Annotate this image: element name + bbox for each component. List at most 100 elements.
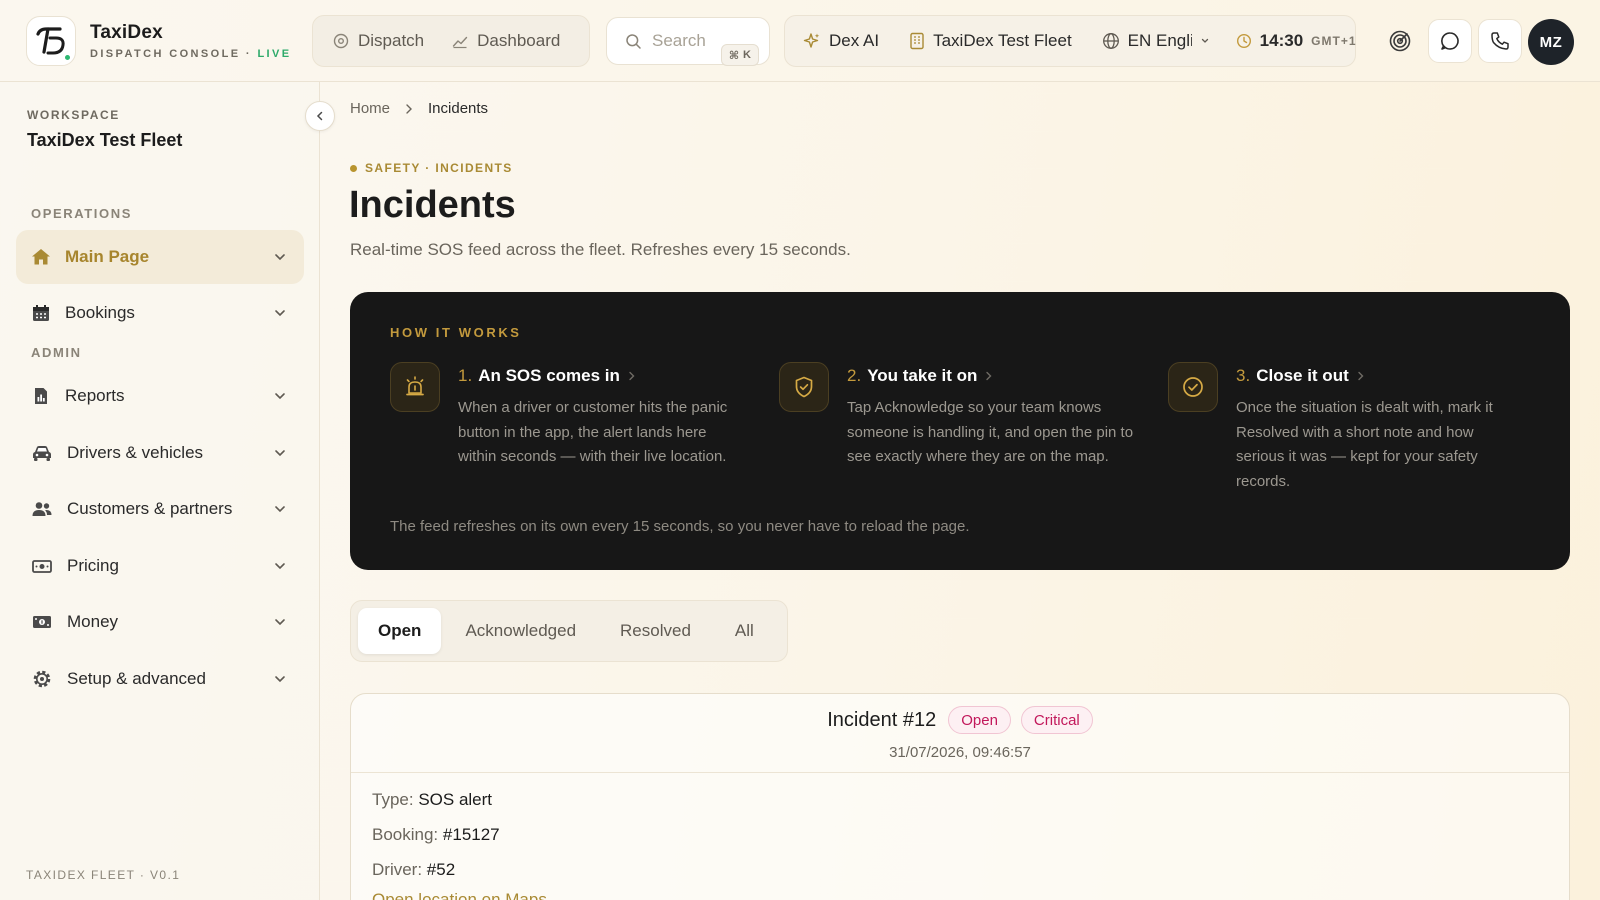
page-eyebrow: SAFETY · INCIDENTS bbox=[350, 161, 513, 175]
dashboard-nav-button[interactable]: Dashboard bbox=[452, 31, 560, 51]
breadcrumb-current: Incidents bbox=[428, 100, 489, 117]
collapse-sidebar-button[interactable] bbox=[305, 101, 335, 131]
user-avatar[interactable]: MZ bbox=[1528, 19, 1574, 65]
sidebar-item-main-page[interactable]: Main Page bbox=[16, 230, 304, 284]
chevron-right-icon bbox=[983, 370, 995, 382]
chevron-right-icon bbox=[1355, 370, 1367, 382]
language-label: EN English bbox=[1127, 31, 1192, 50]
sidebar-item-setup-advanced[interactable]: Setup & advanced bbox=[16, 652, 304, 706]
search-input[interactable] bbox=[652, 31, 712, 51]
clock: 14:30 GMT+1 bbox=[1236, 31, 1357, 51]
phone-icon bbox=[1489, 30, 1511, 52]
sidebar-item-label: Setup & advanced bbox=[67, 669, 206, 688]
car-icon bbox=[31, 443, 53, 463]
chevron-down-icon bbox=[273, 672, 287, 686]
sidebar-item-money[interactable]: Money bbox=[16, 595, 304, 649]
tab-resolved[interactable]: Resolved bbox=[600, 608, 711, 654]
eyebrow-label: SAFETY · INCIDENTS bbox=[365, 161, 513, 175]
home-icon bbox=[31, 247, 51, 267]
workspace-name[interactable]: TaxiDex Test Fleet bbox=[27, 130, 182, 151]
search-box[interactable]: ⌘K bbox=[606, 17, 770, 66]
incident-card[interactable]: Incident #12 Open Critical 31/07/2026, 0… bbox=[350, 693, 1570, 900]
step-heading[interactable]: 2. You take it on bbox=[847, 366, 995, 386]
chevron-down-icon bbox=[273, 306, 287, 320]
search-shortcut-hint: ⌘ K bbox=[720, 44, 759, 66]
brand-name: TaxiDex bbox=[90, 22, 163, 43]
step-heading[interactable]: 1. An SOS comes in bbox=[458, 366, 638, 386]
fleet-name: TaxiDex Test Fleet bbox=[933, 31, 1072, 50]
status-badge: Open bbox=[948, 706, 1011, 734]
step-heading[interactable]: 3. Close it out bbox=[1236, 366, 1367, 386]
live-indicator: LIVE bbox=[257, 48, 292, 60]
step-description: Tap Acknowledge so your team knows someo… bbox=[847, 399, 1134, 465]
report-icon bbox=[31, 386, 51, 406]
search-icon bbox=[625, 33, 642, 50]
sidebar-item-label: Money bbox=[67, 612, 119, 631]
check-circle-icon bbox=[1168, 362, 1218, 412]
sidebar-item-bookings[interactable]: Bookings bbox=[16, 286, 304, 340]
building-icon bbox=[909, 32, 925, 50]
timezone: GMT+1 bbox=[1311, 34, 1357, 48]
top-bar: TaxiDex DISPATCH CONSOLE · LIVE Dispatch… bbox=[0, 0, 1600, 82]
breadcrumb-home-link[interactable]: Home bbox=[350, 100, 390, 117]
chevron-left-icon bbox=[314, 110, 326, 122]
call-button[interactable] bbox=[1478, 19, 1522, 63]
clock-icon bbox=[1236, 33, 1252, 49]
status-bar: Dex AI TaxiDex Test Fleet EN English 14:… bbox=[784, 15, 1356, 67]
sidebar-item-customers-partners[interactable]: Customers & partners bbox=[16, 482, 304, 536]
open-location-maps-link[interactable]: Open location on Maps bbox=[372, 890, 547, 900]
sidebar-item-label: Bookings bbox=[65, 303, 135, 322]
incident-card-header: Incident #12 Open Critical 31/07/2026, 0… bbox=[351, 694, 1569, 773]
sidebar: WORKSPACE TaxiDex Test Fleet OPERATIONS … bbox=[0, 82, 320, 900]
taxidex-logo bbox=[26, 16, 76, 66]
dispatch-icon bbox=[333, 33, 349, 49]
step-title: You take it on bbox=[867, 366, 978, 385]
tab-acknowledged[interactable]: Acknowledged bbox=[445, 608, 596, 654]
chevron-down-icon bbox=[273, 615, 287, 629]
brand[interactable]: TaxiDex DISPATCH CONSOLE · LIVE bbox=[26, 16, 292, 66]
fleet-selector[interactable]: TaxiDex Test Fleet bbox=[909, 31, 1072, 51]
chevron-down-icon bbox=[1200, 36, 1210, 46]
messages-button[interactable] bbox=[1428, 19, 1472, 63]
app-version: TAXIDEX FLEET · V0.1 bbox=[26, 868, 181, 882]
dispatch-label: Dispatch bbox=[358, 31, 425, 50]
users-icon bbox=[31, 499, 53, 519]
sidebar-item-reports[interactable]: Reports bbox=[16, 369, 304, 423]
dex-ai-label: Dex AI bbox=[829, 31, 880, 50]
sidebar-item-label: Customers & partners bbox=[67, 499, 233, 518]
sidebar-item-pricing[interactable]: Pricing bbox=[16, 539, 304, 593]
eyebrow-dot bbox=[350, 164, 357, 172]
chevron-down-icon bbox=[273, 250, 287, 264]
tab-all[interactable]: All bbox=[715, 608, 774, 654]
incident-datetime: 31/07/2026, 09:46:57 bbox=[889, 744, 1031, 761]
banknote-icon bbox=[31, 556, 53, 576]
dex-ai-button[interactable]: Dex AI bbox=[803, 31, 879, 51]
online-dot bbox=[63, 53, 72, 62]
step-description: When a driver or customer hits the panic… bbox=[458, 399, 728, 465]
how-it-works-footer: The feed refreshes on its own every 15 s… bbox=[390, 518, 970, 535]
sidebar-item-label: Main Page bbox=[65, 247, 150, 266]
radar-icon bbox=[1388, 29, 1412, 53]
sparkle-icon bbox=[803, 32, 821, 50]
incident-type: Type: SOS alert bbox=[372, 790, 493, 809]
tab-open[interactable]: Open bbox=[358, 608, 442, 654]
step-description: Once the situation is dealt with, mark i… bbox=[1236, 399, 1493, 490]
language-selector[interactable]: EN English bbox=[1102, 31, 1210, 51]
breadcrumb: Home Incidents bbox=[350, 100, 488, 117]
sidebar-item-label: Pricing bbox=[67, 556, 119, 575]
chevron-right-icon bbox=[404, 103, 414, 115]
chevron-down-icon bbox=[273, 559, 287, 573]
top-nav: Dispatch Dashboard bbox=[312, 15, 590, 67]
incident-title: Incident #12 bbox=[827, 708, 937, 731]
dispatch-nav-button[interactable]: Dispatch bbox=[333, 31, 424, 51]
radar-button[interactable] bbox=[1378, 19, 1422, 63]
chevron-down-icon bbox=[273, 502, 287, 516]
how-it-works-title: HOW IT WORKS bbox=[390, 325, 522, 340]
sidebar-item-drivers-vehicles[interactable]: Drivers & vehicles bbox=[16, 426, 304, 480]
chevron-right-icon bbox=[626, 370, 638, 382]
siren-icon bbox=[390, 362, 440, 412]
globe-icon bbox=[1102, 32, 1120, 50]
incident-booking: Booking: #15127 bbox=[372, 825, 500, 844]
step-title: An SOS comes in bbox=[478, 366, 620, 385]
step-title: Close it out bbox=[1256, 366, 1349, 385]
